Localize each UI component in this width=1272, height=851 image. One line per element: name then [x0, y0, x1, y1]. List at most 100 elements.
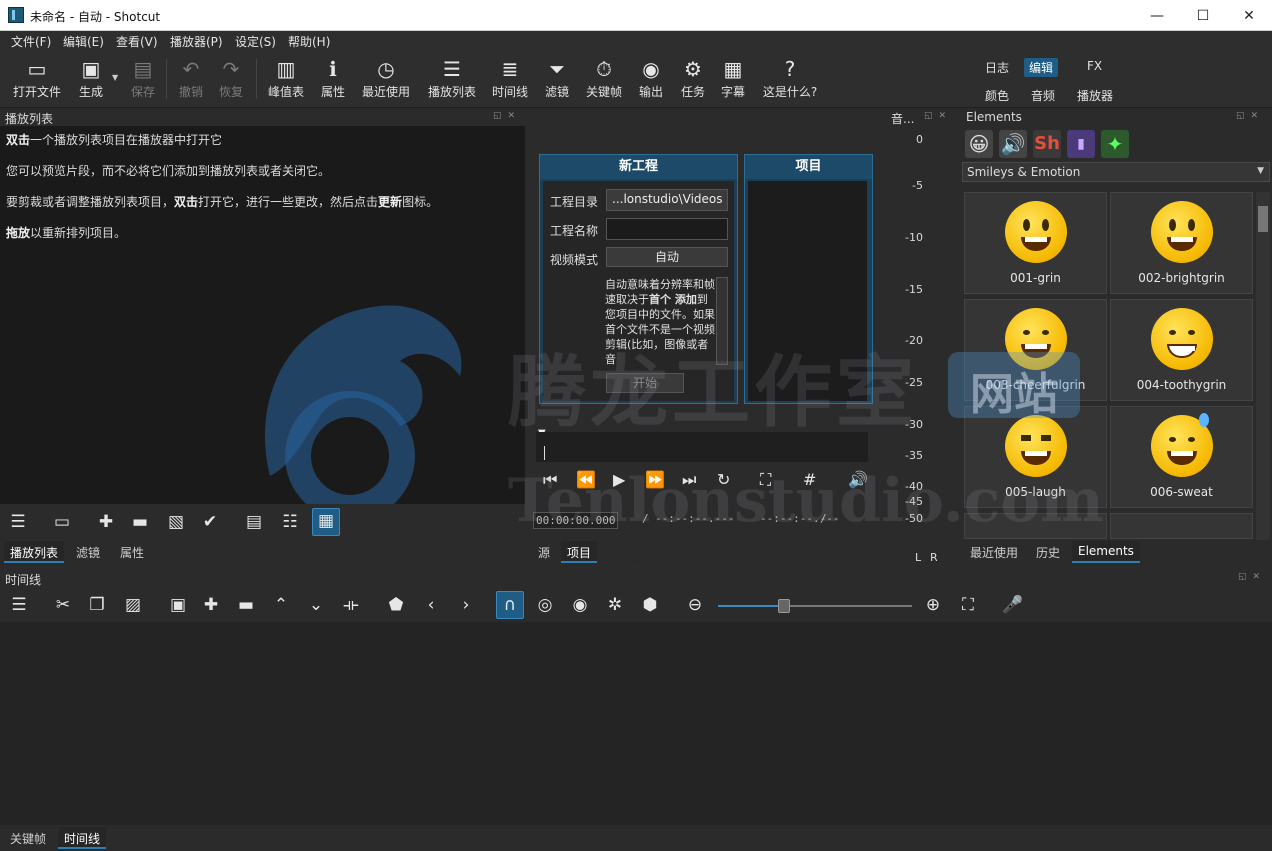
playlist-menu-icon[interactable]: ☰ — [6, 510, 30, 534]
menu-help[interactable]: 帮助(H) — [288, 33, 330, 50]
playlist-remove-icon[interactable]: ▬ — [128, 510, 152, 534]
zoom-slider-handle[interactable] — [778, 599, 790, 613]
timeline-menu-icon[interactable]: ☰ — [6, 592, 32, 618]
menu-settings[interactable]: 设定(S) — [235, 33, 276, 50]
generate-button[interactable]: ▣ 生成 — [72, 55, 110, 105]
skip-next-icon[interactable]: ⏭ — [682, 470, 696, 490]
skip-previous-icon[interactable]: ⏮ — [543, 470, 557, 490]
scrub-icon[interactable]: ◎ — [532, 592, 558, 618]
zoom-slider[interactable] — [718, 599, 912, 613]
current-timecode-field[interactable]: 00:00:00.000 — [533, 512, 619, 529]
tab-source[interactable]: 源 — [532, 541, 557, 563]
tab-playlist[interactable]: 播放列表 — [4, 541, 65, 563]
tab-keyframes[interactable]: 关键帧 — [4, 827, 53, 849]
elements-scrollbar[interactable] — [1256, 192, 1270, 540]
start-button[interactable]: 开始 — [606, 373, 684, 393]
zoom-in-icon[interactable]: ⊕ — [920, 592, 946, 618]
ripple-icon[interactable]: ◉ — [567, 592, 593, 618]
add-track-icon[interactable]: ✚ — [198, 592, 224, 618]
smiley-category-icon[interactable]: 😀 — [965, 130, 993, 158]
menu-file[interactable]: 文件(F) — [11, 33, 51, 50]
zoom-fit-timeline-icon[interactable]: ⛶ — [955, 592, 981, 618]
whats-this-button[interactable]: ? 这是什么? — [758, 55, 822, 105]
close-button[interactable]: ✕ — [1226, 0, 1272, 31]
undo-button[interactable]: ↶ 撤销 — [174, 55, 208, 105]
remove-icon[interactable]: ▬ — [233, 592, 259, 618]
recent-button[interactable]: ◷ 最近使用 — [358, 55, 414, 105]
timeline-button[interactable]: ≣ 时间线 — [488, 55, 532, 105]
zoom-out-icon[interactable]: ⊖ — [682, 592, 708, 618]
element-card[interactable]: 005-laugh — [964, 406, 1107, 508]
keyframe-button[interactable]: ⏱ 关键帧 — [582, 55, 626, 105]
minimize-button[interactable]: — — [1134, 0, 1180, 31]
video-mode-button[interactable]: 自动 — [606, 247, 728, 267]
loop-icon[interactable]: ↻ — [717, 470, 730, 489]
copy-icon[interactable]: ❐ — [84, 592, 110, 618]
playlist-update-icon[interactable]: ▧ — [164, 510, 188, 534]
layout-editing-button[interactable]: 编辑 — [1024, 58, 1059, 77]
maximize-button[interactable]: ☐ — [1180, 0, 1226, 31]
previous-marker-icon[interactable]: ‹ — [418, 592, 444, 618]
video-mode-info-scrollbar[interactable] — [716, 277, 728, 365]
timeline-float-close-icon[interactable]: ◱✕ — [1238, 572, 1266, 582]
meter-float-close-icon[interactable]: ◱✕ — [924, 111, 952, 121]
tab-filters[interactable]: 滤镜 — [70, 541, 107, 563]
generate-dropdown-icon[interactable]: ▼ — [112, 73, 118, 82]
element-card[interactable]: 006-sweat — [1110, 406, 1253, 508]
rewind-icon[interactable]: ⏪ — [576, 470, 596, 489]
layout-color-button[interactable]: 颜色 — [980, 86, 1014, 105]
sparkle-category-icon[interactable]: ✦ — [1101, 130, 1129, 158]
append-icon[interactable]: ▣ — [165, 592, 191, 618]
export-button[interactable]: ◉ 输出 — [634, 55, 668, 105]
elements-float-close-icon[interactable]: ◱✕ — [1236, 111, 1264, 121]
element-card-partial[interactable] — [1110, 513, 1253, 539]
playlist-panel[interactable]: 双击一个播放列表项目在播放器中打开它 您可以预览片段，而不必将它们添加到播放列表… — [0, 126, 525, 516]
snap-icon[interactable]: ∩ — [496, 591, 524, 619]
projects-list[interactable] — [748, 181, 867, 401]
grid-icon[interactable]: # — [803, 470, 816, 489]
jobs-button[interactable]: ⚙ 任务 — [676, 55, 710, 105]
filter-button[interactable]: ⏷ 滤镜 — [540, 55, 574, 105]
record-audio-icon[interactable]: 🎤 — [1000, 592, 1026, 618]
playlist-details-view-icon[interactable]: ▤ — [242, 510, 266, 534]
element-card[interactable]: 002-brightgrin — [1110, 192, 1253, 294]
project-name-field[interactable] — [606, 218, 728, 240]
panel-float-close-icon[interactable]: ◱✕ — [493, 111, 521, 121]
play-icon[interactable]: ▶ — [613, 470, 625, 489]
playlist-button[interactable]: ☰ 播放列表 — [424, 55, 480, 105]
timeline-tracks-area[interactable] — [0, 622, 1272, 825]
tab-recent[interactable]: 最近使用 — [964, 541, 1025, 563]
playlist-grid-view-icon[interactable]: ▦ — [312, 508, 340, 536]
fast-forward-icon[interactable]: ⏩ — [645, 470, 665, 489]
volume-icon[interactable]: 🔊 — [848, 470, 868, 489]
playlist-check-icon[interactable]: ✔ — [198, 510, 222, 534]
playlist-open-icon[interactable]: ▭ — [50, 510, 74, 534]
layout-player-button[interactable]: 播放器 — [1072, 86, 1118, 105]
element-card[interactable]: 001-grin — [964, 192, 1107, 294]
menu-player[interactable]: 播放器(P) — [170, 33, 223, 50]
shape-category-icon[interactable]: ▮ — [1067, 130, 1095, 158]
open-file-button[interactable]: ▭ 打开文件 — [8, 55, 66, 105]
player-scrubber[interactable] — [536, 432, 868, 462]
marker-icon[interactable]: ⬟ — [383, 592, 409, 618]
ripple-all-icon[interactable]: ✲ — [602, 592, 628, 618]
menu-view[interactable]: 查看(V) — [116, 33, 158, 50]
layout-fx-button[interactable]: FX — [1082, 58, 1107, 74]
properties-button[interactable]: ℹ 属性 — [316, 55, 350, 105]
playlist-add-icon[interactable]: ✚ — [94, 510, 118, 534]
peak-meter-button[interactable]: ▥ 峰值表 — [264, 55, 308, 105]
text-category-icon[interactable]: Sh — [1033, 130, 1061, 158]
playlist-list-view-icon[interactable]: ☷ — [278, 510, 302, 534]
elements-category-select[interactable]: Smileys & Emotion ▼ — [962, 162, 1270, 182]
tab-timeline[interactable]: 时间线 — [58, 827, 107, 849]
ripple-markers-icon[interactable]: ⬢ — [637, 592, 663, 618]
paste-icon[interactable]: ▨ — [120, 592, 146, 618]
project-dir-field[interactable]: ...lonstudio\Videos — [606, 189, 728, 211]
lift-icon[interactable]: ⌃ — [268, 592, 294, 618]
tab-history[interactable]: 历史 — [1030, 541, 1067, 563]
menu-edit[interactable]: 编辑(E) — [63, 33, 104, 50]
next-marker-icon[interactable]: › — [453, 592, 479, 618]
layout-logging-button[interactable]: 日志 — [980, 58, 1014, 77]
tab-project[interactable]: 项目 — [561, 541, 598, 563]
save-button[interactable]: ▤ 保存 — [126, 55, 160, 105]
